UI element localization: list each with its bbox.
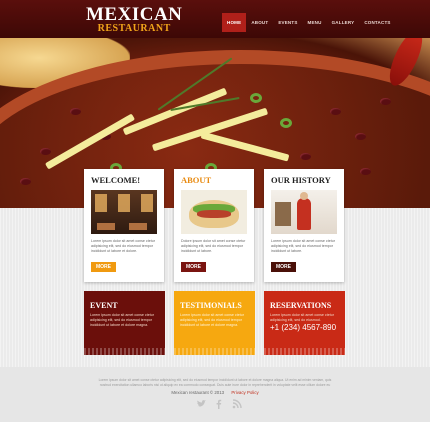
person <box>297 198 311 230</box>
facebook-icon[interactable] <box>214 399 224 409</box>
person-head <box>300 192 308 200</box>
rss-icon[interactable] <box>232 399 242 409</box>
more-button[interactable]: MORE <box>181 262 206 272</box>
window <box>118 194 130 212</box>
about-card: ABOUT Dolore ipsum dolor sit amet conse … <box>174 169 254 282</box>
nav-gallery[interactable]: GALLERY <box>327 13 360 32</box>
main-nav: HOME ABOUT EVENTS MENU GALLERY CONTACTS <box>222 13 396 32</box>
bean <box>20 178 31 185</box>
site-header: MEXICAN RESTAURANT HOME ABOUT EVENTS MEN… <box>0 0 430 38</box>
bean <box>300 153 311 160</box>
card-title: ABOUT <box>181 175 212 185</box>
logo-title: MEXICAN <box>86 4 183 25</box>
footer-text: Lorem ipsum dolor sit amet conse ctetur … <box>98 378 332 387</box>
nav-menu[interactable]: MENU <box>303 13 327 32</box>
nav-about[interactable]: ABOUT <box>246 13 273 32</box>
reservations-box[interactable]: RESERVATIONS Lorem ipsum dolor sit amet … <box>264 291 345 355</box>
box-title: RESERVATIONS <box>270 301 332 310</box>
box-text: Lorem ipsum dolor sit amet conse ctetur … <box>270 313 334 322</box>
bean <box>40 148 51 155</box>
bean <box>380 98 391 105</box>
restaurant-interior-image <box>91 190 157 234</box>
taco-image <box>181 190 247 234</box>
history-card: OUR HISTORY Lorem ipsum dolor sit amet c… <box>264 169 344 282</box>
copyright-text: Mexican restaurant © 2013 <box>171 390 225 395</box>
welcome-card: WELCOME! Lorem ipsum dolor sit amet cons… <box>84 169 164 282</box>
card-text: Dolore ipsum dolor sit amet conse ctetur… <box>181 239 246 253</box>
bean <box>355 133 366 140</box>
box-text: Lorem ipsum dolor sit amet conse ctetur … <box>180 313 244 327</box>
event-box[interactable]: EVENT Lorem ipsum dolor sit amet conse c… <box>84 291 165 355</box>
logo-subtitle: RESTAURANT <box>97 23 171 34</box>
box-title: TESTIMONIALS <box>180 301 242 310</box>
decorative-pattern <box>84 348 165 355</box>
scallion <box>280 118 292 128</box>
decorative-pattern <box>174 348 255 355</box>
card-text: Lorem ipsum dolor sit amet conse ctetur … <box>271 239 335 253</box>
bean <box>360 168 371 175</box>
bean <box>330 108 341 115</box>
social-icons <box>196 399 242 409</box>
nav-events[interactable]: EVENTS <box>273 13 302 32</box>
privacy-policy-link[interactable]: Privacy Policy <box>231 390 258 395</box>
scallion <box>250 93 262 103</box>
table <box>129 223 147 230</box>
site-logo[interactable]: MEXICAN RESTAURANT <box>86 4 183 34</box>
card-title: WELCOME! <box>91 175 141 185</box>
decorative-pattern <box>264 348 345 355</box>
filling <box>197 210 231 218</box>
box-title: EVENT <box>90 301 118 310</box>
table <box>97 223 115 230</box>
history-image <box>271 190 337 234</box>
window <box>141 194 153 212</box>
shelf <box>275 202 291 226</box>
more-button[interactable]: MORE <box>271 262 296 272</box>
testimonials-box[interactable]: TESTIMONIALS Lorem ipsum dolor sit amet … <box>174 291 255 355</box>
twitter-icon[interactable] <box>196 399 206 409</box>
phone-number: +1 (234) 4567-890 <box>270 323 337 332</box>
card-title: OUR HISTORY <box>271 175 331 185</box>
more-button[interactable]: MORE <box>91 262 116 272</box>
box-text: Lorem ipsum dolor sit amet conse ctetur … <box>90 313 154 327</box>
footer-copyright: Mexican restaurant © 2013 Privacy Policy <box>0 390 430 395</box>
bean <box>70 108 81 115</box>
card-text: Lorem ipsum dolor sit amet conse ctetur … <box>91 239 155 253</box>
nav-contacts[interactable]: CONTACTS <box>359 13 395 32</box>
window <box>95 194 107 212</box>
nav-home[interactable]: HOME <box>222 13 247 32</box>
